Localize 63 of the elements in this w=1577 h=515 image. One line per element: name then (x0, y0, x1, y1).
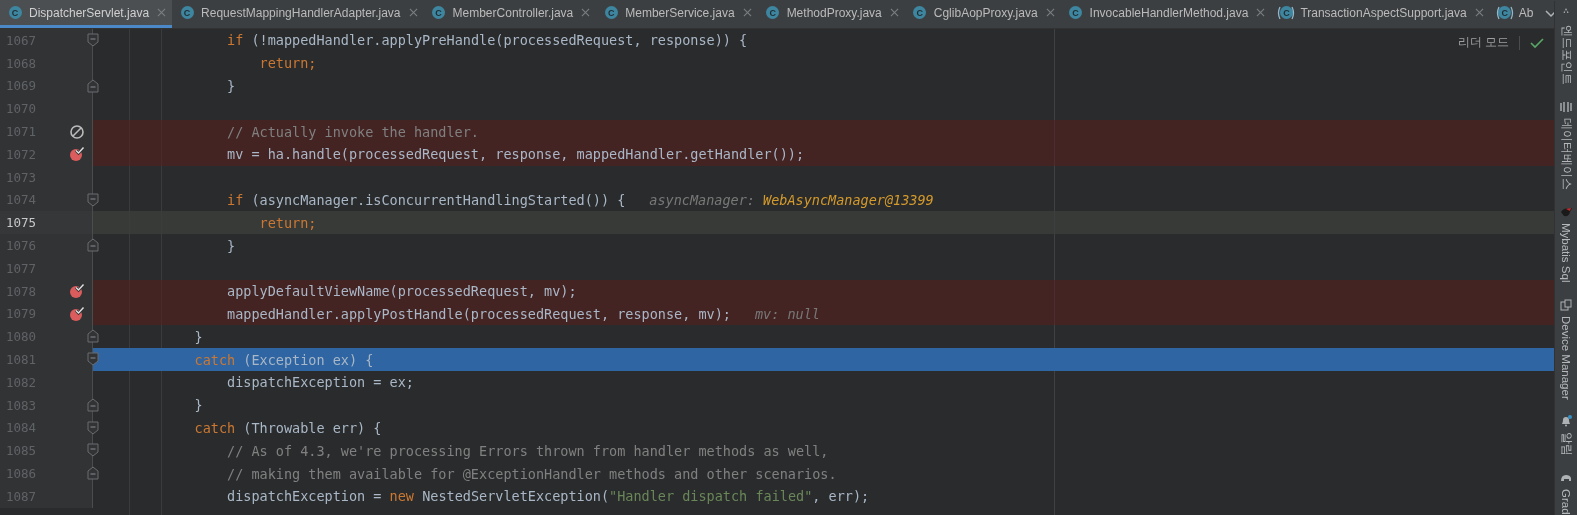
breakpoint-icon[interactable] (69, 305, 85, 322)
tool-window-button[interactable]: Grad (1560, 472, 1572, 515)
editor-tab[interactable]: C InvocableHandlerMethod.java (1060, 0, 1272, 28)
code-line: catch (Throwable err) { (193, 419, 382, 436)
close-icon[interactable] (1474, 8, 1484, 17)
tool-window-button[interactable]: 데이터베이스 (1558, 101, 1574, 191)
editor-tab[interactable]: C MemberService.java (596, 0, 758, 28)
breakpoint-icon[interactable] (69, 283, 85, 300)
code-line: dispatchException = ex; (226, 374, 414, 391)
class-icon: C (1277, 4, 1296, 21)
close-icon[interactable] (1045, 8, 1055, 17)
code-line: mappedHandler.applyPostHandle(processedRequest, response, mv); mv: null (226, 305, 820, 322)
code-line: } (226, 78, 236, 94)
fold-icon[interactable] (87, 238, 99, 253)
fold-icon[interactable] (87, 352, 99, 367)
code-line: mv = ha.handle(processedRequest, response, mappedHandler.getHandler()); (226, 146, 805, 163)
tool-window-button[interactable]: Device Manager (1560, 298, 1572, 400)
device-icon (1560, 298, 1572, 311)
fold-icon[interactable] (87, 192, 99, 207)
code-line: applyDefaultViewName(processedRequest, mv); (226, 283, 577, 300)
tool-window-button[interactable]: Mybatis Sql (1560, 206, 1572, 283)
editor-tab[interactable]: C Ab (1489, 0, 1540, 28)
editor-tab[interactable]: C MemberController.java (423, 0, 597, 28)
fold-icon[interactable] (87, 443, 99, 458)
code-line: if (asyncManager.isConcurrentHandlingStarted()) { asyncManager: WebAsyncManager@13399 (226, 191, 934, 208)
editor-tab[interactable]: C RequestMappingHandlerAdapter.java (172, 0, 424, 28)
code-line: if (!mappedHandler.applyPreHandle(processedRequest, response)) { (226, 32, 748, 49)
close-icon[interactable] (1256, 8, 1266, 17)
tool-window-button[interactable]: 엔드포인트 (1558, 25, 1574, 86)
breakpoint-icon[interactable] (69, 146, 85, 163)
code-line: } (193, 328, 203, 345)
code-line: return; (258, 214, 317, 231)
line-number: 1075 (5, 215, 38, 231)
fold-icon[interactable] (87, 33, 99, 47)
bell-icon (1560, 415, 1572, 428)
database-icon (1560, 101, 1572, 114)
close-icon[interactable] (157, 8, 167, 17)
editor-tab[interactable]: C DispatcherServlet.java (0, 0, 173, 28)
fold-icon[interactable] (87, 78, 99, 93)
check-icon (1530, 36, 1544, 49)
reader-mode-link[interactable]: 리더 모드 (1457, 35, 1509, 50)
bird-icon (1560, 206, 1572, 219)
fold-icon[interactable] (87, 420, 99, 435)
close-icon[interactable] (408, 8, 418, 17)
class-icon: C (1495, 4, 1514, 21)
fold-icon[interactable] (87, 329, 99, 344)
code-line: // making them available for @ExceptionHandler methods and other scenarios. (226, 465, 837, 482)
code-line: // Actually invoke the handler. (226, 123, 479, 140)
code-line: } (226, 237, 236, 254)
close-icon[interactable] (889, 8, 899, 17)
tool-window-button[interactable]: 알림 (1558, 415, 1574, 457)
fold-icon[interactable] (87, 397, 99, 412)
close-icon[interactable] (742, 8, 752, 17)
editor-tab[interactable]: C MethodProxy.java (757, 0, 905, 28)
fold-icon[interactable] (87, 466, 99, 481)
code-line: } (193, 397, 203, 414)
editor-tab[interactable]: C TransactionAspectSupport.java (1271, 0, 1490, 28)
editor-tab[interactable]: C CglibAopProxy.java (904, 0, 1061, 28)
code-line: catch (Exception ex) { (193, 351, 374, 368)
close-icon[interactable] (581, 8, 591, 17)
code-line: // As of 4.3, we're processing Errors thrown from handler methods as well, (226, 442, 829, 459)
code-line: dispatchException = new NestedServletException("Handler dispatch failed", err); (226, 488, 870, 505)
code-line: return; (258, 55, 317, 72)
